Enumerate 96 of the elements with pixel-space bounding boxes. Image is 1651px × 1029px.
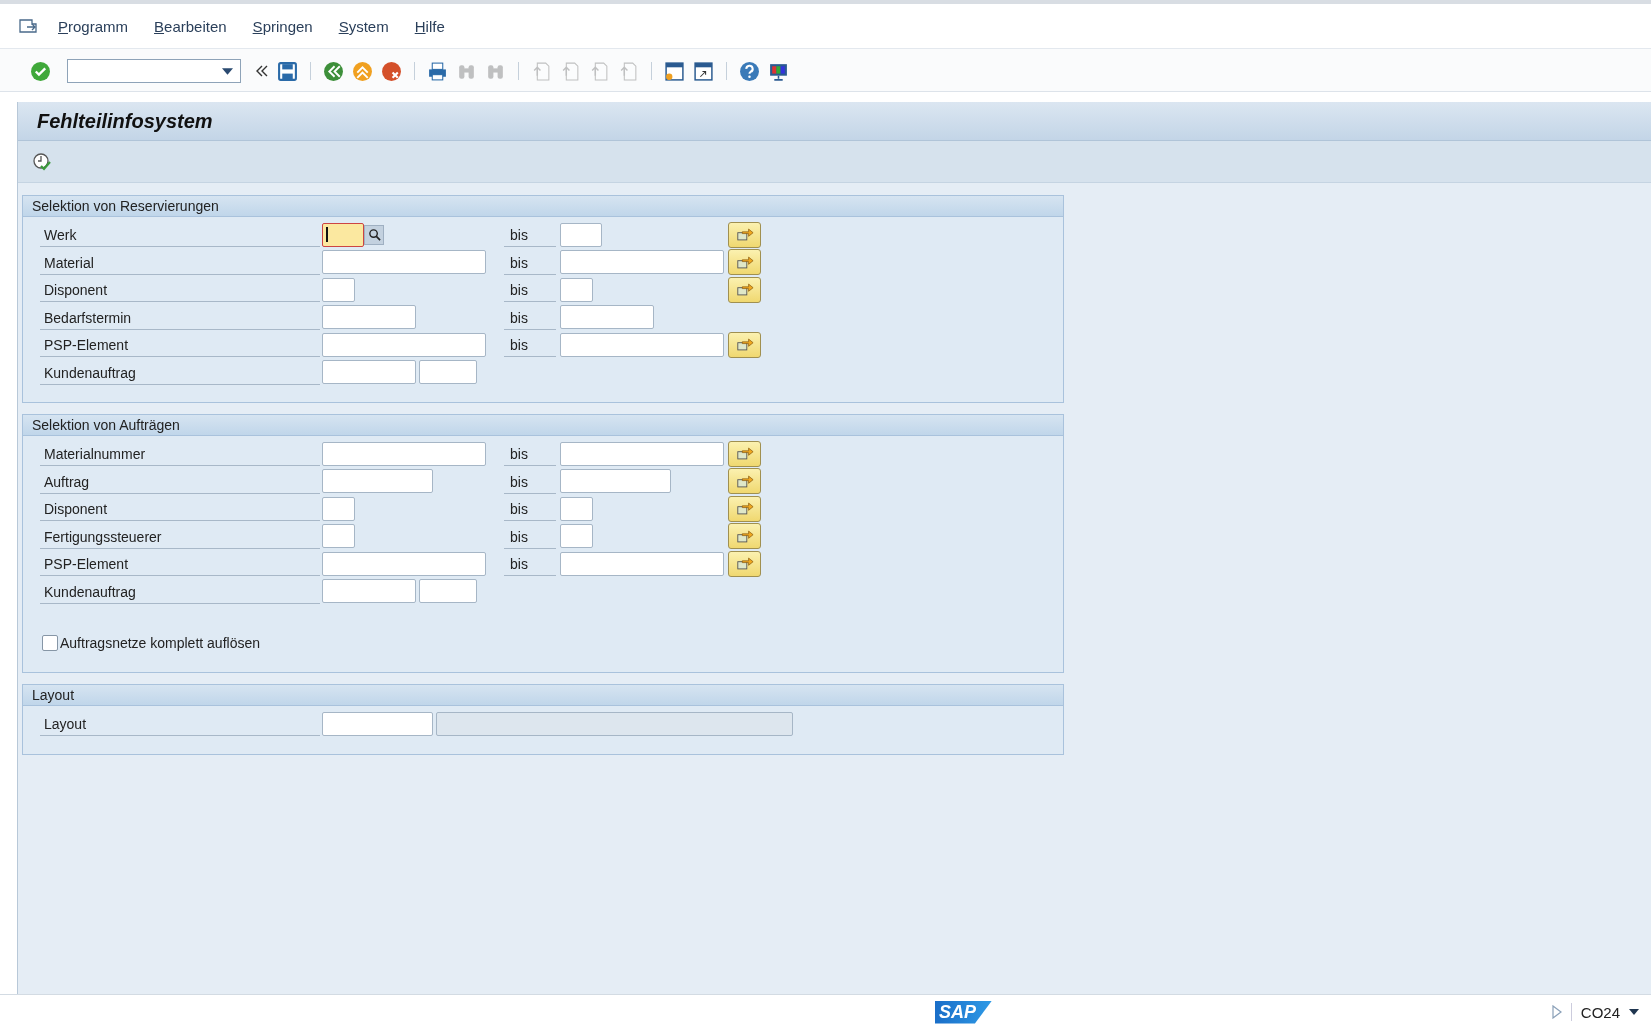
input-field[interactable] [322,441,486,466]
arrow-icon [735,337,754,353]
range-to-label: bis [504,332,556,358]
caret-icon[interactable] [1629,1009,1639,1015]
input-field[interactable] [560,496,593,521]
multiple-selection-button[interactable] [728,523,761,550]
double-chevron-icon[interactable] [255,65,269,77]
multiple-selection-button[interactable] [728,331,761,358]
field-label: Bedarfstermin [40,304,320,330]
menu-item[interactable]: System [338,17,389,35]
print-icon[interactable] [427,60,448,82]
input-field[interactable] [560,305,654,330]
range-to-label: bis [504,222,556,248]
field-label: Werk [40,222,320,248]
cancel-icon[interactable] [381,60,402,82]
window-icon[interactable] [693,60,714,82]
field-label: PSP-Element [40,551,320,577]
search-help-button[interactable] [364,224,384,245]
enter-checkmark-icon[interactable] [30,60,51,82]
expand-arrow-icon[interactable] [1551,1005,1562,1019]
multiple-selection-button[interactable] [728,550,761,577]
multiple-selection-button[interactable] [728,221,761,248]
group-title: Layout [23,685,1063,706]
range-to-label: bis [504,249,556,275]
range-to-label: bis [504,496,556,522]
field-label: Materialnummer [40,441,320,467]
input-field[interactable] [560,441,724,466]
menu-item[interactable]: Programm [58,17,129,35]
input-field[interactable] [322,277,355,302]
help-icon[interactable] [739,60,760,82]
input-field[interactable] [560,551,724,576]
exit-icon[interactable] [352,60,373,82]
arrow-icon [735,282,754,298]
input-field[interactable] [322,222,364,247]
input-field[interactable] [560,277,593,302]
checkbox[interactable] [42,634,58,651]
input-field[interactable] [322,469,433,494]
group-title: Selektion von Reservierungen [23,196,1063,217]
input-field[interactable] [560,250,724,275]
range-to-label: bis [504,523,556,549]
input-field[interactable] [322,579,416,604]
command-field[interactable] [67,59,241,83]
checkbox-label: Auftragsnetze komplett auflösen [60,634,260,651]
arrow-icon [735,528,754,544]
field-label: PSP-Element [40,332,320,358]
window-icon[interactable] [664,60,685,82]
field-label: Disponent [40,496,320,522]
multiple-selection-button[interactable] [728,468,761,495]
arrow-icon [735,227,754,243]
range-to-label: bis [504,441,556,467]
input-field[interactable] [322,524,355,549]
menu-icon[interactable] [18,18,38,34]
arrow-icon [735,501,754,517]
field-label: Auftrag [40,468,320,494]
menu-item[interactable]: Hilfe [414,17,445,35]
multiple-selection-button[interactable] [728,440,761,467]
input-field[interactable] [560,524,593,549]
menu-item[interactable]: Springen [252,17,313,35]
save-icon[interactable] [277,60,298,82]
field-label: Layout [40,711,320,737]
range-to-label: bis [504,304,556,330]
range-to-label: bis [504,468,556,494]
input-field[interactable] [322,250,486,275]
range-to-label: bis [504,277,556,303]
input-field[interactable] [322,496,355,521]
multiple-selection-button[interactable] [728,249,761,276]
input-field[interactable] [419,360,477,385]
field-label: Fertigungssteuerer [40,523,320,549]
group-title: Selektion von Aufträgen [23,415,1063,436]
field-label: Material [40,249,320,275]
input-field[interactable] [419,579,477,604]
input-field[interactable] [322,360,416,385]
input-field[interactable] [322,551,486,576]
arrow-icon [735,254,754,270]
arrow-icon [735,446,754,462]
input-field[interactable] [322,305,416,330]
multiple-selection-button[interactable] [728,276,761,303]
screen-title: Fehlteilinfosystem [37,109,213,133]
input-field[interactable] [322,332,486,357]
input-field[interactable] [560,469,671,494]
field-label: Disponent [40,277,320,303]
caret-icon[interactable] [222,67,233,75]
input-field[interactable] [560,222,602,247]
arrow-icon [735,473,754,489]
input-field[interactable] [560,332,724,357]
arrow-icon [735,556,754,572]
field-label: Kundenauftrag [40,359,320,385]
sap-logo: SAP [935,1000,992,1024]
multiple-selection-button[interactable] [728,495,761,522]
input-field[interactable] [322,711,433,736]
execute-clock-icon[interactable] [32,151,52,172]
transaction-code[interactable]: CO24 [1580,1003,1620,1021]
range-to-label: bis [504,551,556,577]
menu-item[interactable]: Bearbeiten [154,17,227,35]
field-label: Kundenauftrag [40,578,320,604]
back-icon[interactable] [323,60,344,82]
